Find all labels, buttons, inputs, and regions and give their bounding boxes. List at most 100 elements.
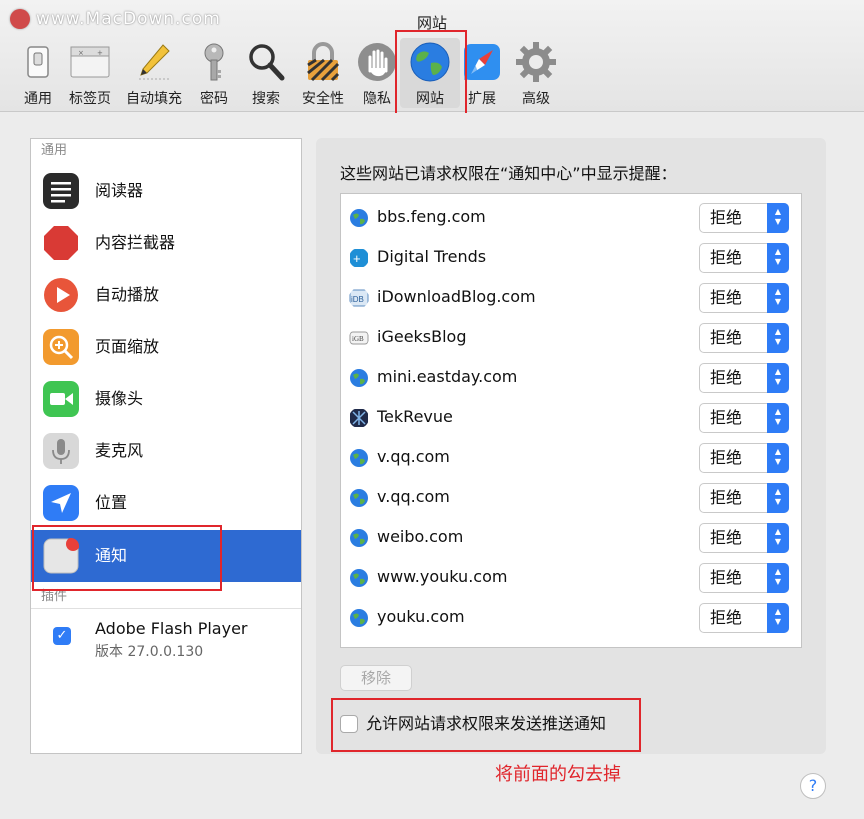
tabs-icon: × + <box>70 46 110 78</box>
site-row[interactable]: TekRevue 拒绝 ▲ ▼ <box>341 397 801 437</box>
toolbar-label: 密码 <box>200 91 228 107</box>
permission-value: 拒绝 <box>710 568 743 587</box>
site-row[interactable]: iDB iDownloadBlog.com 拒绝 ▲ ▼ <box>341 277 801 317</box>
sidebar-item-label: 自动播放 <box>95 285 160 304</box>
globe-icon <box>350 609 368 627</box>
permission-select[interactable]: 拒绝 ▲ ▼ <box>699 523 789 553</box>
reader-icon <box>43 173 79 209</box>
sidebar-item-label: 摄像头 <box>95 389 144 408</box>
permission-select[interactable]: 拒绝 ▲ ▼ <box>699 443 789 473</box>
sidebar-item-autoplay[interactable]: 自动播放 <box>31 269 301 321</box>
svg-text:iGB: iGB <box>352 335 364 343</box>
toolbar-label: 搜索 <box>252 91 280 107</box>
site-name: weibo.com <box>377 527 464 546</box>
sidebar-item-label: 位置 <box>95 493 128 512</box>
permission-select[interactable]: 拒绝 ▲ ▼ <box>699 563 789 593</box>
site-name: Digital Trends <box>377 247 487 266</box>
panel-title: 这些网站已请求权限在“通知中心”中显示提醒： <box>340 164 677 183</box>
up-down-arrows-icon: ▲ ▼ <box>767 443 789 473</box>
site-row[interactable]: mini.eastday.com 拒绝 ▲ ▼ <box>341 357 801 397</box>
help-button[interactable]: ? <box>800 773 826 799</box>
sidebar-item-reader[interactable]: 阅读器 <box>31 165 301 217</box>
globe-icon <box>350 369 368 387</box>
digital-trends-icon: + <box>350 249 368 267</box>
lock-icon <box>307 42 340 82</box>
permission-select[interactable]: 拒绝 ▲ ▼ <box>699 323 789 353</box>
toolbar-tabs[interactable]: × + 标签页 <box>60 38 120 108</box>
up-down-arrows-icon: ▲ ▼ <box>767 283 789 313</box>
plugin-enabled-checkbox[interactable]: ✓ <box>53 627 71 645</box>
toolbar-label: 安全性 <box>302 91 344 107</box>
sidebar-item-microphone[interactable]: 麦克风 <box>31 425 301 477</box>
site-list: bbs.feng.com 拒绝 ▲ ▼ + Digital Trends 拒绝 ▲ ▼ iDB iD… <box>340 193 802 648</box>
site-name: bbs.feng.com <box>377 207 486 226</box>
idb-icon: iDB <box>349 289 369 307</box>
permission-value: 拒绝 <box>710 528 743 547</box>
key-icon <box>204 43 224 81</box>
site-name: mini.eastday.com <box>377 367 518 386</box>
stop-icon <box>44 226 78 260</box>
toolbar-label: 自动填充 <box>126 91 182 107</box>
site-name: v.qq.com <box>377 447 450 466</box>
svg-text:×: × <box>78 49 84 57</box>
site-name: youku.com <box>377 607 465 626</box>
site-row[interactable]: youku.com 拒绝 ▲ ▼ <box>341 597 801 637</box>
permission-select[interactable]: 拒绝 ▲ ▼ <box>699 363 789 393</box>
globe-icon <box>350 209 368 227</box>
site-name: iDownloadBlog.com <box>377 287 536 306</box>
toolbar-security[interactable]: 安全性 <box>293 38 353 108</box>
permission-select[interactable]: 拒绝 ▲ ▼ <box>699 283 789 313</box>
toolbar-passwords[interactable]: 密码 <box>184 38 244 108</box>
hand-icon <box>358 43 396 81</box>
toolbar-general[interactable]: 通用 <box>8 38 68 108</box>
permission-value: 拒绝 <box>710 408 743 427</box>
sidebar-item-location[interactable]: 位置 <box>31 477 301 529</box>
site-row[interactable]: v.qq.com 拒绝 ▲ ▼ <box>341 477 801 517</box>
svg-text:+: + <box>97 49 103 57</box>
site-name: www.youku.com <box>377 567 508 586</box>
site-row[interactable]: bbs.feng.com 拒绝 ▲ ▼ <box>341 197 801 237</box>
permission-select[interactable]: 拒绝 ▲ ▼ <box>699 483 789 513</box>
site-row[interactable]: weibo.com 拒绝 ▲ ▼ <box>341 517 801 557</box>
up-down-arrows-icon: ▲ ▼ <box>767 403 789 433</box>
sidebar-item-camera[interactable]: 摄像头 <box>31 373 301 425</box>
permission-select[interactable]: 拒绝 ▲ ▼ <box>699 203 789 233</box>
pencil-icon <box>139 44 170 80</box>
sidebar-item-label: 页面缩放 <box>95 337 160 356</box>
plugin-version: 版本 27.0.0.130 <box>95 644 204 660</box>
permission-select[interactable]: 拒绝 ▲ ▼ <box>699 403 789 433</box>
site-row[interactable]: v.qq.com 拒绝 ▲ ▼ <box>341 437 801 477</box>
permission-value: 拒绝 <box>710 448 743 467</box>
remove-button[interactable]: 移除 <box>340 665 412 691</box>
permission-select[interactable]: 拒绝 ▲ ▼ <box>699 243 789 273</box>
sidebar-item-content-blockers[interactable]: 内容拦截器 <box>31 217 301 269</box>
up-down-arrows-icon: ▲ ▼ <box>767 603 789 633</box>
toolbar-label: 通用 <box>24 91 52 107</box>
site-row[interactable]: + Digital Trends 拒绝 ▲ ▼ <box>341 237 801 277</box>
globe-icon <box>350 529 368 547</box>
permission-select[interactable]: 拒绝 ▲ ▼ <box>699 603 789 633</box>
site-name: TekRevue <box>377 407 453 426</box>
toolbar-advanced[interactable]: 高级 <box>506 38 566 108</box>
site-row[interactable]: iGB iGeeksBlog 拒绝 ▲ ▼ <box>341 317 801 357</box>
compass-icon <box>464 44 500 80</box>
switch-icon <box>27 46 49 78</box>
site-row[interactable]: www.youku.com 拒绝 ▲ ▼ <box>341 557 801 597</box>
svg-text:iDB: iDB <box>351 295 364 304</box>
up-down-arrows-icon: ▲ ▼ <box>767 243 789 273</box>
toolbar-search[interactable]: 搜索 <box>236 38 296 108</box>
up-down-arrows-icon: ▲ ▼ <box>767 203 789 233</box>
toolbar-label: 标签页 <box>69 91 111 107</box>
globe-icon <box>350 489 368 507</box>
location-icon <box>43 485 79 521</box>
sidebar-item-page-zoom[interactable]: 页面缩放 <box>31 321 301 373</box>
plugin-flash: ✓ Adobe Flash Player 版本 27.0.0.130 <box>31 609 301 669</box>
permission-value: 拒绝 <box>710 288 743 307</box>
toolbar-autofill[interactable]: 自动填充 <box>122 38 186 108</box>
up-down-arrows-icon: ▲ ▼ <box>767 483 789 513</box>
permission-value: 拒绝 <box>710 208 743 227</box>
globe-icon <box>350 449 368 467</box>
up-down-arrows-icon: ▲ ▼ <box>767 523 789 553</box>
sidebar-section-general: 通用 <box>41 143 68 158</box>
camera-icon <box>43 381 79 417</box>
